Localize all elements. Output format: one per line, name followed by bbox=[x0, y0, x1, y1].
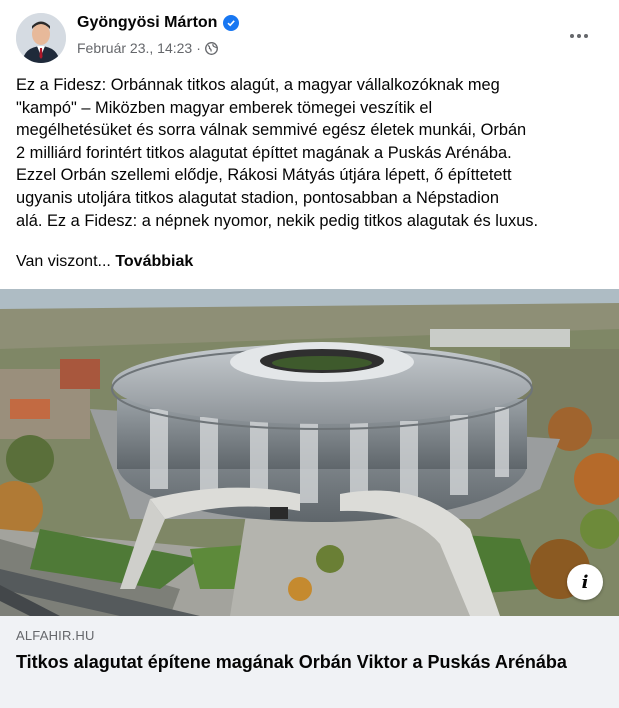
link-title[interactable]: Titkos alagutat építene magának Orbán Vi… bbox=[16, 651, 596, 674]
author-name[interactable]: Gyöngyösi Márton bbox=[77, 14, 217, 32]
author-avatar[interactable] bbox=[16, 13, 66, 63]
post-text: Ez a Fidesz: Orbánnak titkos alagút, a m… bbox=[16, 74, 608, 232]
info-icon[interactable]: i bbox=[567, 564, 603, 600]
post-timestamp[interactable]: Február 23., 14:23 bbox=[77, 40, 192, 56]
link-domain: ALFAHIR.HU bbox=[16, 628, 95, 643]
post-header: Gyöngyösi Márton Február 23., 14:23 · bbox=[0, 0, 619, 72]
post-text-line: "kampó" – Miközben magyar emberek tömege… bbox=[16, 98, 433, 117]
more-options-icon[interactable] bbox=[567, 24, 591, 48]
facebook-post: Gyöngyösi Márton Február 23., 14:23 · Ez… bbox=[0, 0, 619, 708]
truncated-text-row: Van viszont... Továbbiak bbox=[16, 251, 193, 273]
link-preview[interactable]: ALFAHIR.HU Titkos alagutat építene magán… bbox=[0, 616, 619, 708]
author-name-row: Gyöngyösi Márton bbox=[77, 14, 240, 32]
post-meta: Február 23., 14:23 · bbox=[77, 40, 218, 56]
post-text-line: alá. Ez a Fidesz: a népnek nyomor, nekik… bbox=[16, 211, 539, 230]
meta-separator: · bbox=[196, 40, 201, 56]
see-more-link[interactable]: Továbbiak bbox=[115, 253, 193, 270]
post-text-line: Ez a Fidesz: Orbánnak titkos alagút, a m… bbox=[16, 76, 500, 94]
post-text-line: 2 milliárd forintért titkos alagutat épí… bbox=[16, 143, 512, 162]
post-text-line: ugyanis utoljára titkos alagutat stadion… bbox=[16, 188, 499, 207]
globe-icon bbox=[204, 41, 218, 55]
truncated-text: Van viszont... bbox=[16, 253, 111, 270]
verified-badge-icon bbox=[223, 15, 240, 31]
link-preview-image[interactable]: i bbox=[0, 289, 619, 616]
post-text-line: Ezzel Orbán szellemi elődje, Rákosi Máty… bbox=[16, 166, 512, 185]
post-text-line: megélhetésüket és sorra válnak semmivé e… bbox=[16, 121, 527, 140]
